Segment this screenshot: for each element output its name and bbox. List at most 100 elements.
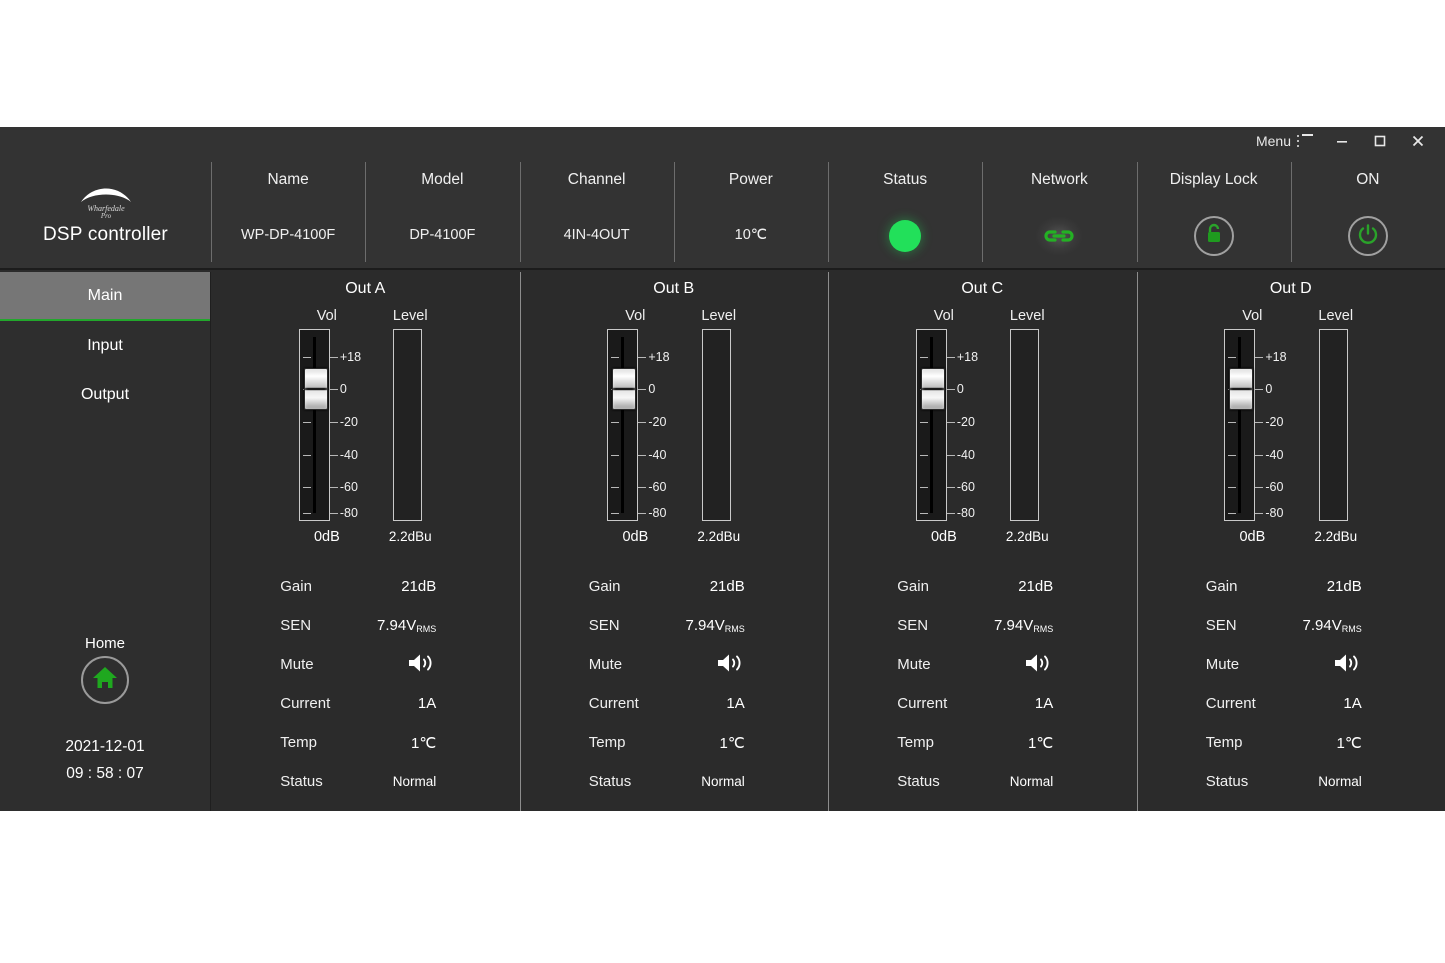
volume-caption: Vol bbox=[933, 308, 954, 324]
param-value-current: 1A bbox=[1034, 695, 1054, 712]
header-label-status: Status bbox=[883, 171, 928, 188]
fader-rail bbox=[621, 337, 625, 513]
speaker-on-icon bbox=[715, 651, 745, 679]
menu-button[interactable]: Menu bbox=[1252, 127, 1323, 154]
fader-tick-right bbox=[946, 454, 955, 456]
network-link-icon bbox=[1035, 216, 1084, 256]
home-button[interactable] bbox=[81, 656, 129, 704]
fader-tick-left bbox=[919, 454, 928, 456]
parameter-list: Gain 21dB SEN 7.94V RMS Mute Current 1A Temp 1℃ St… bbox=[280, 567, 450, 801]
fader-scale-label: -60 bbox=[1265, 480, 1284, 495]
header-label-channel: Channel bbox=[567, 171, 626, 188]
fader-rail bbox=[312, 337, 316, 513]
mute-toggle-button[interactable] bbox=[673, 651, 759, 679]
param-value-temp: 1℃ bbox=[1336, 734, 1362, 752]
channel-title: Out B bbox=[653, 280, 695, 297]
fader-thumb[interactable] bbox=[1229, 368, 1254, 411]
param-label-current: Current bbox=[280, 695, 331, 712]
param-label-status: Status bbox=[1205, 773, 1249, 790]
header-label-network: Network bbox=[1030, 171, 1088, 188]
fader-thumb[interactable] bbox=[612, 368, 637, 411]
home-block: Home bbox=[0, 635, 210, 704]
param-label-mute: Mute bbox=[588, 656, 623, 673]
sidebar-item-output-label: Output bbox=[80, 385, 130, 403]
volume-fader[interactable]: +18 0 -20 -40 -60 -80 bbox=[607, 329, 670, 521]
sidebar-item-input-label: Input bbox=[87, 336, 123, 354]
param-label-status: Status bbox=[280, 773, 323, 790]
parameter-list: Gain 21dB SEN 7.94V RMS Mute Current 1A Temp 1℃ St… bbox=[589, 567, 759, 801]
clock-block: 2021-12-01 09 : 58 : 07 bbox=[0, 738, 210, 783]
display-lock-button[interactable] bbox=[1193, 216, 1234, 256]
level-caption: Level bbox=[392, 308, 428, 324]
sidebar-item-output[interactable]: Output bbox=[0, 370, 210, 419]
param-row-status: Status Normal bbox=[1206, 762, 1376, 801]
volume-fader[interactable]: +18 0 -20 -40 -60 -80 bbox=[915, 329, 978, 521]
mute-toggle-button[interactable] bbox=[981, 651, 1067, 679]
param-label-sen: SEN bbox=[588, 617, 620, 634]
clock-date: 2021-12-01 bbox=[65, 738, 145, 755]
mute-toggle-button[interactable] bbox=[364, 651, 450, 679]
dsp-controller-window: Menu Wharfedale Pro DSP controller Name … bbox=[0, 127, 1445, 811]
header-cell-name: Name WP-DP-4100F bbox=[211, 154, 365, 268]
param-value-current: 1A bbox=[726, 695, 745, 712]
fader-tick-right bbox=[638, 389, 647, 391]
param-row-mute: Mute bbox=[897, 645, 1067, 684]
header-value-channel: 4IN-4OUT bbox=[563, 227, 630, 243]
status-indicator bbox=[889, 215, 922, 257]
fader-thumb[interactable] bbox=[303, 368, 328, 411]
param-value-text: 7.94V bbox=[685, 617, 725, 634]
volume-fader[interactable]: +18 0 -20 -40 -60 -80 bbox=[298, 329, 361, 521]
param-label-status: Status bbox=[897, 773, 940, 790]
fader-scale-label: -20 bbox=[339, 415, 358, 430]
lock-icon bbox=[1203, 222, 1225, 251]
meters-row: Vol +18 0 -20 -40 -60 -80 0dB Level 2.2dBu bbox=[915, 308, 1049, 545]
power-button[interactable] bbox=[1347, 216, 1388, 256]
header-cell-channel: Channel 4IN-4OUT bbox=[519, 154, 674, 268]
fader-tick-left bbox=[611, 487, 620, 489]
maximize-button[interactable] bbox=[1361, 127, 1399, 154]
fader-thumb[interactable] bbox=[920, 368, 945, 411]
param-label-temp: Temp bbox=[1205, 734, 1243, 751]
minimize-button[interactable] bbox=[1323, 127, 1361, 154]
svg-text:Pro: Pro bbox=[99, 212, 111, 220]
titlebar-controls: Menu bbox=[1252, 127, 1437, 154]
header-label-model: Model bbox=[421, 171, 464, 188]
volume-fader-group: Vol +18 0 -20 -40 -60 -80 0dB bbox=[1224, 308, 1287, 545]
param-value-subscript: RMS bbox=[416, 623, 437, 634]
param-value-temp: 1℃ bbox=[1028, 734, 1054, 752]
window-titlebar: Menu bbox=[0, 127, 1445, 154]
fader-tick-right bbox=[946, 513, 955, 515]
fader-scale-label: 0 bbox=[956, 382, 964, 397]
fader-tick-right bbox=[1255, 422, 1264, 424]
volume-fader[interactable]: +18 0 -20 -40 -60 -80 bbox=[1224, 329, 1287, 521]
level-axis bbox=[729, 329, 731, 521]
list-menu-icon bbox=[1297, 133, 1313, 148]
app-body: Main Input Output Home 2021-12-01 09: 5… bbox=[0, 272, 1445, 811]
fader-tick-left bbox=[611, 513, 620, 515]
header-cell-display-lock: Display Lock bbox=[1136, 154, 1291, 268]
fader-scale-label: 0 bbox=[648, 382, 656, 397]
param-value-status: Normal bbox=[701, 774, 745, 789]
fader-scale-label: -80 bbox=[1265, 506, 1284, 521]
level-track bbox=[701, 329, 730, 521]
fader-scale-label: -40 bbox=[648, 447, 667, 462]
sidebar-item-input[interactable]: Input bbox=[0, 321, 210, 370]
sidebar-item-main[interactable]: Main bbox=[0, 272, 210, 321]
sidebar-item-main-label: Main bbox=[87, 286, 123, 304]
param-row-gain: Gain 21dB bbox=[897, 567, 1067, 606]
level-meter-group: Level 2.2dBu bbox=[1006, 308, 1049, 544]
status-dot-icon bbox=[889, 220, 922, 252]
fader-tick-right bbox=[1255, 454, 1264, 456]
param-value-text: 7.94V bbox=[994, 617, 1034, 634]
power-indicator bbox=[1347, 215, 1388, 257]
volume-value: 0dB bbox=[930, 529, 957, 545]
level-track bbox=[393, 329, 422, 521]
mute-toggle-button[interactable] bbox=[1290, 651, 1376, 679]
close-button[interactable] bbox=[1399, 127, 1437, 154]
volume-fader-group: Vol +18 0 -20 -40 -60 -80 0dB bbox=[607, 308, 670, 545]
header-cell-power: Power 10℃ bbox=[673, 154, 828, 268]
fader-scale-label: 0 bbox=[339, 382, 347, 397]
maximize-icon bbox=[1373, 134, 1387, 148]
network-indicator bbox=[1035, 215, 1084, 257]
device-info-header: Wharfedale Pro DSP controller Name WP-DP… bbox=[0, 154, 1445, 270]
